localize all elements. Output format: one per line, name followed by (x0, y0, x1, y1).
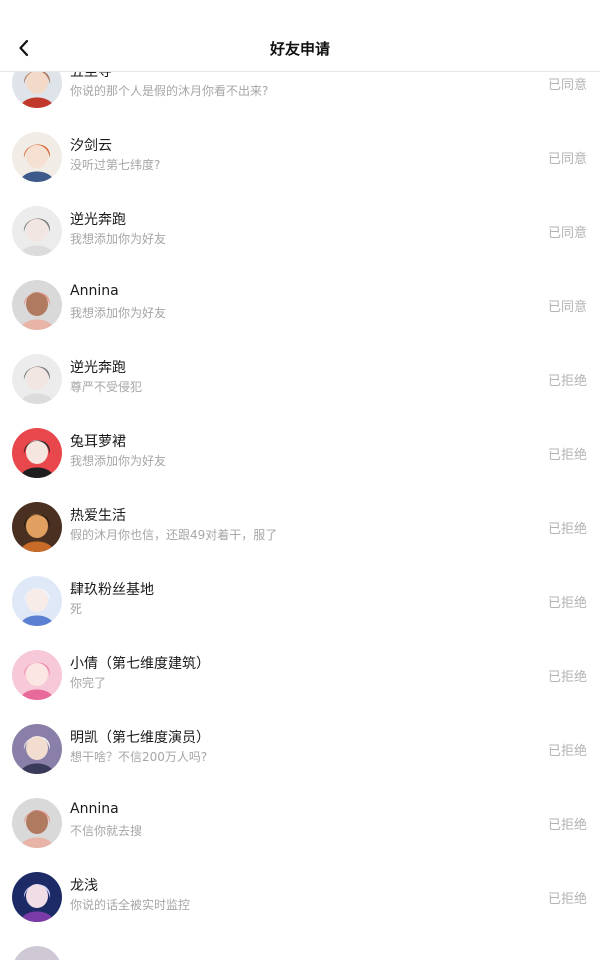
request-row[interactable]: 肆玖粉丝基地死 已拒绝 (0, 564, 600, 638)
requester-name: 兔耳萝裙 (70, 434, 126, 450)
request-status: 已拒绝 (547, 744, 587, 759)
request-row[interactable]: 热爱生活假的沐月你也信，还跟49对着干，服了 已拒绝 (0, 490, 600, 564)
avatar[interactable] (12, 576, 62, 626)
requester-name: 明凯（第七维度演员） (70, 730, 210, 746)
requester-name: Annina (70, 283, 119, 299)
friend-request-list[interactable]: 五尘寺 你说的那个人是假的沐月你看不出来? 已同意 汐剑云 没听过第七纬度? 已同意 逆光奔… (0, 72, 600, 960)
request-message: 你说的话全被实时监控 (70, 898, 191, 912)
request-message: 尊严不受侵犯 (70, 380, 143, 394)
request-message: 没听过第七纬度? (70, 158, 161, 172)
requester-name: 肆玖粉丝基地 (70, 582, 154, 598)
request-message: 我想添加你为好友 (70, 306, 167, 320)
requester-name: 逆光奔跑 (70, 212, 126, 228)
request-message: 你完了 (70, 676, 107, 690)
requester-name: 五尘寺 (70, 72, 112, 80)
avatar[interactable] (12, 724, 62, 774)
request-status: 已同意 (547, 300, 587, 315)
requester-name: 逆光奔跑 (70, 360, 126, 376)
avatar[interactable] (12, 650, 62, 700)
request-message: 你说的那个人是假的沐月你看不出来? (70, 84, 269, 98)
avatar[interactable] (12, 428, 62, 478)
avatar[interactable] (12, 798, 62, 848)
request-status: 已拒绝 (547, 374, 587, 389)
avatar[interactable] (12, 280, 62, 330)
request-status: 已拒绝 (547, 892, 587, 907)
request-message: 我想添加你为好友 (70, 454, 167, 468)
requester-name: Annina (70, 801, 119, 817)
request-status: 已拒绝 (547, 448, 587, 463)
avatar[interactable] (12, 354, 62, 404)
avatar[interactable] (12, 872, 62, 922)
avatar[interactable] (12, 946, 62, 960)
request-status: 已拒绝 (547, 522, 587, 537)
request-row[interactable]: 明凯（第七维度演员） 想干啥？不信200万人吗? 已拒绝 (0, 712, 600, 786)
avatar[interactable] (12, 502, 62, 552)
avatar[interactable] (12, 72, 62, 108)
request-status: 已同意 (547, 226, 587, 241)
request-status: 已拒绝 (547, 818, 587, 833)
requester-name: 龙浅 (70, 878, 98, 894)
request-status: 已同意 (547, 152, 587, 167)
request-row[interactable]: 龙浅你说的话全被实时监控 已拒绝 (0, 860, 600, 934)
request-row[interactable]: 汐剑云没听过第七纬度? 已同意 (0, 120, 600, 194)
request-status: 已同意 (547, 78, 587, 93)
request-status: 已拒绝 (547, 596, 587, 611)
request-message: 不信你就去搜 (70, 824, 143, 838)
request-status: 已拒绝 (547, 670, 587, 685)
requester-name: 热爱生活 (70, 508, 126, 524)
requester-name: 小倩（第七维度建筑） (70, 656, 210, 672)
request-row[interactable]: 五尘寺你说的那个人是假的沐月你看不出来? 已同意 (0, 72, 600, 120)
request-row[interactable]: 逆光奔跑我想添加你为好友 已同意 (0, 194, 600, 268)
request-row[interactable]: 小倩（第七维度建筑） 你完了 已拒绝 (0, 638, 600, 712)
request-message: 我想添加你为好友 (70, 232, 167, 246)
request-row[interactable]: 逆光奔跑尊严不受侵犯 已拒绝 (0, 342, 600, 416)
request-row[interactable]: Annina 我想添加你为好友 已同意 (0, 268, 600, 342)
requester-name: 汐剑云 (70, 138, 112, 154)
page-title: 好友申请 (269, 40, 330, 58)
top-bar: 好友申请 (0, 0, 600, 72)
request-message: 假的沐月你也信，还跟49对着干，服了 (70, 528, 278, 542)
request-message: 死 (70, 602, 83, 616)
request-row[interactable]: 兔耳萝裙我想添加你为好友 已拒绝 (0, 416, 600, 490)
avatar[interactable] (12, 206, 62, 256)
avatar[interactable] (12, 132, 62, 182)
request-row[interactable]: Annina 不信你就去搜 已拒绝 (0, 786, 600, 860)
request-row[interactable] (0, 934, 600, 960)
request-message: 想干啥？不信200万人吗? (70, 750, 208, 764)
